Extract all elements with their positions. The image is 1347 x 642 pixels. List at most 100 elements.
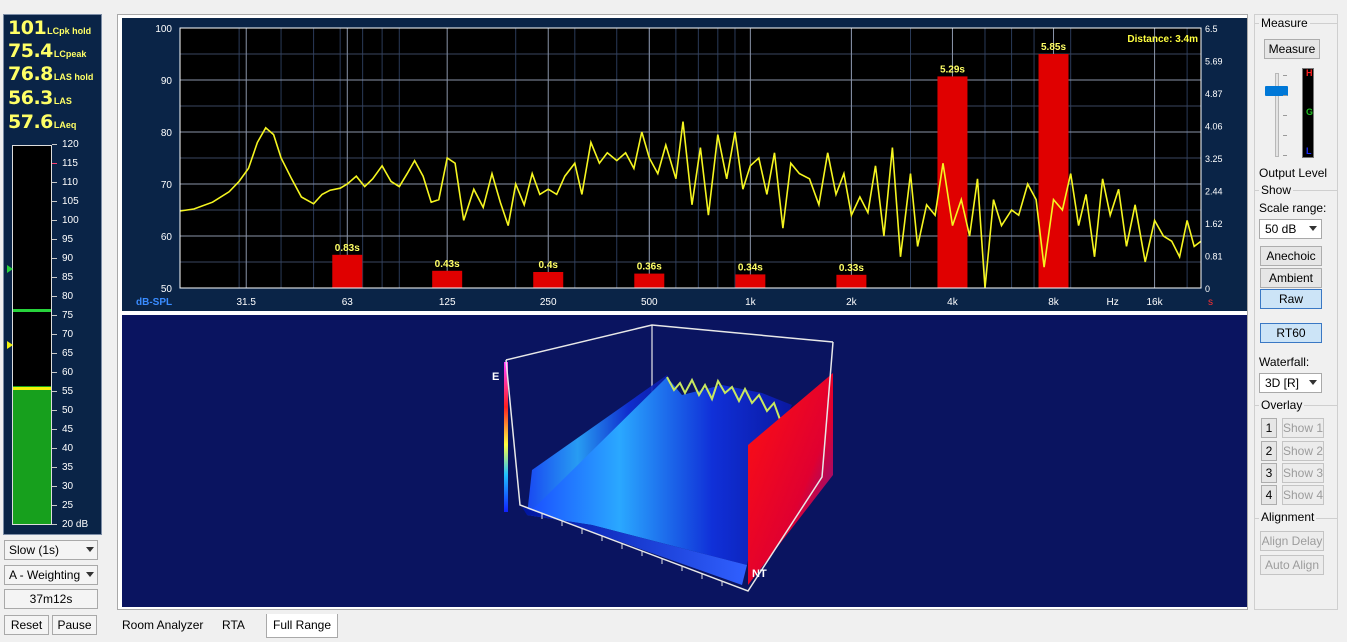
meter-tick-label: 60 [52, 367, 100, 379]
tab-full-range[interactable]: Full Range [266, 614, 339, 638]
raw-button[interactable]: Raw [1260, 289, 1322, 309]
chevron-down-icon [1309, 226, 1317, 231]
x-tick-label: 2k [846, 297, 858, 308]
x-tick-label: 31.5 [236, 297, 256, 308]
meter-tick-label: 65 [52, 348, 100, 360]
level-meter-panel: 101LCpk hold 75.4LCpeak 76.8LAS hold 56.… [0, 0, 106, 642]
slider-tick [1283, 115, 1287, 116]
rt60-bar-label: 0.34s [738, 262, 763, 273]
waterfall-mode-select[interactable]: 3D [R] [1259, 373, 1322, 393]
distance-annotation: Distance: 3.4m [1127, 34, 1198, 45]
overlay-show-3-button[interactable]: Show 3 [1282, 463, 1324, 483]
scale-range-label: Scale range: [1259, 201, 1327, 215]
meter-tick-label: 105 [52, 196, 100, 208]
response-time-select[interactable]: Slow (1s) [4, 540, 98, 560]
spl-meter-level-line [13, 387, 51, 391]
meter-tick-label: 70 [52, 329, 100, 341]
rt60-bar-label: 5.85s [1041, 42, 1066, 53]
y2-axis-label: s [1208, 297, 1213, 308]
meter-tick-label: 100 [52, 215, 100, 227]
x-axis-label: Hz [1107, 297, 1119, 308]
x-tick-label: 63 [342, 297, 354, 308]
rt60-bar [937, 76, 968, 289]
meter-tick-label: 115 [52, 158, 100, 170]
spl-meter-hold-line [13, 309, 51, 313]
y-tick-label: 90 [161, 76, 173, 87]
y-axis-label: dB-SPL [136, 297, 172, 308]
y-tick-label: 50 [161, 284, 173, 295]
las-marker-icon [7, 340, 13, 349]
plot-area: 0.83s 0.43s 0.4s 0.36s 0.34s 0.33s 5.29s 5.85s 1… [117, 14, 1248, 610]
overlay-group-title: Overlay [1259, 398, 1305, 412]
spl-readout-panel: 101LCpk hold 75.4LCpeak 76.8LAS hold 56.… [3, 14, 102, 535]
overlay-4-button[interactable]: 4 [1261, 485, 1277, 505]
meter-tick-label: 80 [52, 291, 100, 303]
output-level-meter: H G L [1302, 68, 1314, 158]
y-tick-label: 80 [161, 128, 173, 139]
y2-tick-label: 4.06 [1205, 122, 1223, 132]
y2-tick-label: 0 [1205, 284, 1210, 294]
overlay-3-button[interactable]: 3 [1261, 463, 1277, 483]
waterfall-box-back [505, 324, 834, 361]
waterfall-svg: E NT [492, 324, 834, 592]
rt60-bar [533, 272, 564, 288]
meter-tick-label: 95 [52, 234, 100, 246]
scale-range-select[interactable]: 50 dB [1259, 219, 1322, 239]
rt60-bar [332, 254, 363, 288]
waterfall-3d-plot[interactable]: E NT [122, 315, 1247, 607]
x-tick-label: 16k [1147, 297, 1164, 308]
frequency-response-graph: 0.83s 0.43s 0.4s 0.36s 0.34s 0.33s 5.29s 5.85s 1… [122, 18, 1247, 311]
rt60-bar-label: 0.36s [637, 262, 662, 273]
meter-tick-label: 90 [52, 253, 100, 265]
readout-lcpk-hold: 101LCpk hold [8, 17, 92, 39]
y2-tick-label: 0.81 [1205, 252, 1223, 262]
y2-tick-label: 3.25 [1205, 154, 1223, 164]
y2-tick-label: 6.5 [1205, 24, 1218, 34]
x-tick-label: 8k [1048, 297, 1060, 308]
spl-meter-scale: 120 115 110 105 100 95 90 85 80 75 70 65 60 55 50 45 40 3… [52, 139, 100, 530]
show-group-title: Show [1259, 183, 1294, 197]
measure-group-title: Measure [1259, 16, 1310, 30]
readout-lcpeak: 75.4LCpeak [8, 40, 87, 62]
waterfall-colorbar [504, 362, 508, 512]
meter-tick-label: 35 [52, 462, 100, 474]
waterfall-axis-label-e: E [492, 371, 499, 383]
weighting-select[interactable]: A - Weighting [4, 565, 98, 585]
align-delay-button[interactable]: Align Delay [1260, 531, 1324, 551]
y2-tick-label: 5.69 [1205, 56, 1223, 66]
x-tick-label: 4k [947, 297, 959, 308]
elapsed-time: 37m12s [4, 589, 98, 609]
auto-align-button[interactable]: Auto Align [1260, 555, 1324, 575]
x-tick-label: 125 [439, 297, 456, 308]
anechoic-button[interactable]: Anechoic [1260, 246, 1322, 266]
overlay-show-4-button[interactable]: Show 4 [1282, 485, 1324, 505]
overlay-1-button[interactable]: 1 [1261, 418, 1277, 438]
tab-room-analyzer[interactable]: Room Analyzer [116, 614, 210, 636]
meter-tick-label: 45 [52, 424, 100, 436]
rt60-bar [836, 274, 867, 288]
rt60-button[interactable]: RT60 [1260, 323, 1322, 343]
y-tick-label: 60 [161, 232, 173, 243]
meter-tick-label: 110 [52, 177, 100, 189]
spl-meter-bar [12, 145, 52, 525]
tab-rta[interactable]: RTA [216, 614, 251, 636]
meter-tick-label: 30 [52, 481, 100, 493]
ambient-button[interactable]: Ambient [1260, 268, 1322, 288]
pause-button[interactable]: Pause [52, 615, 97, 635]
rt60-bar-label: 0.43s [435, 259, 460, 270]
y2-tick-label: 1.62 [1205, 219, 1223, 229]
reset-button[interactable]: Reset [4, 615, 49, 635]
meter-tick-label: 20 dB [52, 519, 100, 531]
measure-button[interactable]: Measure [1264, 39, 1320, 59]
chevron-down-icon [86, 572, 94, 577]
rt60-bar [735, 274, 766, 288]
alignment-group-title: Alignment [1259, 510, 1317, 524]
overlay-show-1-button[interactable]: Show 1 [1282, 418, 1324, 438]
readout-las: 56.3LAS [8, 87, 72, 109]
readout-las-hold: 76.8LAS hold [8, 63, 94, 85]
spl-meter-fill [13, 386, 51, 524]
control-panel: Measure Measure H G L Output Level Show … [1254, 14, 1338, 610]
overlay-2-button[interactable]: 2 [1261, 441, 1277, 461]
overlay-show-2-button[interactable]: Show 2 [1282, 441, 1324, 461]
chevron-down-icon [86, 547, 94, 552]
